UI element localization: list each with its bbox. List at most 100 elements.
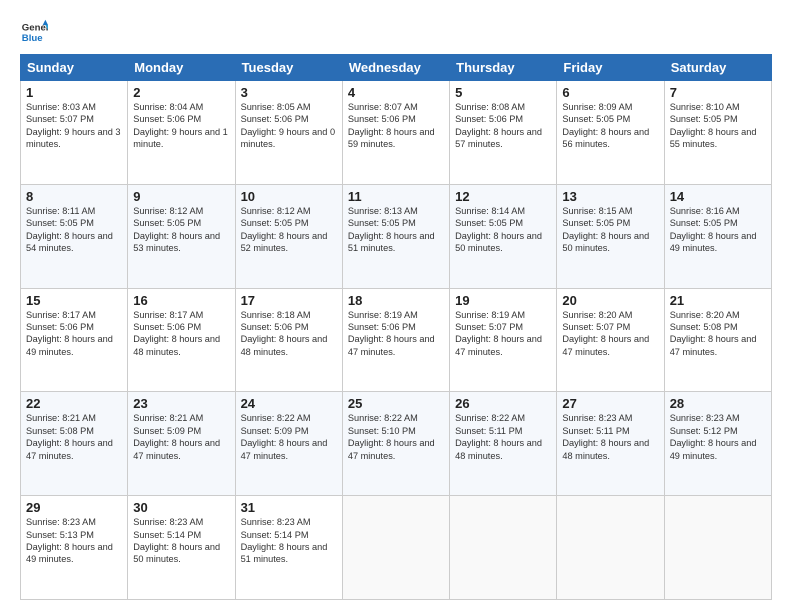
day-content: Sunrise: 8:23 AMSunset: 5:14 PMDaylight:… <box>133 516 229 566</box>
calendar-cell: 16Sunrise: 8:17 AMSunset: 5:06 PMDayligh… <box>128 288 235 392</box>
calendar-cell: 5Sunrise: 8:08 AMSunset: 5:06 PMDaylight… <box>450 81 557 185</box>
day-number: 3 <box>241 85 337 100</box>
week-row-2: 8Sunrise: 8:11 AMSunset: 5:05 PMDaylight… <box>21 184 772 288</box>
calendar-cell: 1Sunrise: 8:03 AMSunset: 5:07 PMDaylight… <box>21 81 128 185</box>
calendar-cell: 18Sunrise: 8:19 AMSunset: 5:06 PMDayligh… <box>342 288 449 392</box>
day-content: Sunrise: 8:23 AMSunset: 5:13 PMDaylight:… <box>26 516 122 566</box>
day-content: Sunrise: 8:12 AMSunset: 5:05 PMDaylight:… <box>133 205 229 255</box>
day-content: Sunrise: 8:13 AMSunset: 5:05 PMDaylight:… <box>348 205 444 255</box>
day-number: 1 <box>26 85 122 100</box>
calendar-cell <box>342 496 449 600</box>
day-number: 28 <box>670 396 766 411</box>
col-header-thursday: Thursday <box>450 55 557 81</box>
day-content: Sunrise: 8:17 AMSunset: 5:06 PMDaylight:… <box>26 309 122 359</box>
col-header-saturday: Saturday <box>664 55 771 81</box>
day-number: 18 <box>348 293 444 308</box>
calendar-cell <box>450 496 557 600</box>
calendar-cell: 21Sunrise: 8:20 AMSunset: 5:08 PMDayligh… <box>664 288 771 392</box>
calendar-cell: 28Sunrise: 8:23 AMSunset: 5:12 PMDayligh… <box>664 392 771 496</box>
calendar-cell: 8Sunrise: 8:11 AMSunset: 5:05 PMDaylight… <box>21 184 128 288</box>
calendar-cell <box>557 496 664 600</box>
day-content: Sunrise: 8:03 AMSunset: 5:07 PMDaylight:… <box>26 101 122 151</box>
svg-text:Blue: Blue <box>22 33 43 44</box>
day-number: 10 <box>241 189 337 204</box>
calendar-cell <box>664 496 771 600</box>
calendar-cell: 15Sunrise: 8:17 AMSunset: 5:06 PMDayligh… <box>21 288 128 392</box>
day-content: Sunrise: 8:10 AMSunset: 5:05 PMDaylight:… <box>670 101 766 151</box>
day-content: Sunrise: 8:20 AMSunset: 5:08 PMDaylight:… <box>670 309 766 359</box>
day-content: Sunrise: 8:14 AMSunset: 5:05 PMDaylight:… <box>455 205 551 255</box>
logo-icon: General Blue <box>20 18 48 46</box>
day-number: 6 <box>562 85 658 100</box>
col-header-monday: Monday <box>128 55 235 81</box>
day-content: Sunrise: 8:20 AMSunset: 5:07 PMDaylight:… <box>562 309 658 359</box>
day-content: Sunrise: 8:15 AMSunset: 5:05 PMDaylight:… <box>562 205 658 255</box>
day-number: 14 <box>670 189 766 204</box>
day-content: Sunrise: 8:23 AMSunset: 5:14 PMDaylight:… <box>241 516 337 566</box>
day-number: 11 <box>348 189 444 204</box>
day-content: Sunrise: 8:21 AMSunset: 5:09 PMDaylight:… <box>133 412 229 462</box>
day-number: 15 <box>26 293 122 308</box>
day-number: 30 <box>133 500 229 515</box>
day-number: 8 <box>26 189 122 204</box>
week-row-1: 1Sunrise: 8:03 AMSunset: 5:07 PMDaylight… <box>21 81 772 185</box>
day-content: Sunrise: 8:18 AMSunset: 5:06 PMDaylight:… <box>241 309 337 359</box>
day-number: 24 <box>241 396 337 411</box>
col-header-friday: Friday <box>557 55 664 81</box>
day-number: 22 <box>26 396 122 411</box>
day-content: Sunrise: 8:23 AMSunset: 5:11 PMDaylight:… <box>562 412 658 462</box>
day-content: Sunrise: 8:21 AMSunset: 5:08 PMDaylight:… <box>26 412 122 462</box>
calendar-cell: 27Sunrise: 8:23 AMSunset: 5:11 PMDayligh… <box>557 392 664 496</box>
col-header-wednesday: Wednesday <box>342 55 449 81</box>
calendar-cell: 17Sunrise: 8:18 AMSunset: 5:06 PMDayligh… <box>235 288 342 392</box>
day-content: Sunrise: 8:23 AMSunset: 5:12 PMDaylight:… <box>670 412 766 462</box>
week-row-5: 29Sunrise: 8:23 AMSunset: 5:13 PMDayligh… <box>21 496 772 600</box>
calendar-cell: 19Sunrise: 8:19 AMSunset: 5:07 PMDayligh… <box>450 288 557 392</box>
day-number: 9 <box>133 189 229 204</box>
calendar-cell: 9Sunrise: 8:12 AMSunset: 5:05 PMDaylight… <box>128 184 235 288</box>
calendar-cell: 4Sunrise: 8:07 AMSunset: 5:06 PMDaylight… <box>342 81 449 185</box>
calendar-cell: 10Sunrise: 8:12 AMSunset: 5:05 PMDayligh… <box>235 184 342 288</box>
day-content: Sunrise: 8:19 AMSunset: 5:06 PMDaylight:… <box>348 309 444 359</box>
calendar-cell: 31Sunrise: 8:23 AMSunset: 5:14 PMDayligh… <box>235 496 342 600</box>
day-content: Sunrise: 8:22 AMSunset: 5:09 PMDaylight:… <box>241 412 337 462</box>
calendar-page: General Blue SundayMondayTuesdayWednesda… <box>0 0 792 612</box>
day-content: Sunrise: 8:12 AMSunset: 5:05 PMDaylight:… <box>241 205 337 255</box>
calendar-cell: 26Sunrise: 8:22 AMSunset: 5:11 PMDayligh… <box>450 392 557 496</box>
day-content: Sunrise: 8:19 AMSunset: 5:07 PMDaylight:… <box>455 309 551 359</box>
calendar-cell: 30Sunrise: 8:23 AMSunset: 5:14 PMDayligh… <box>128 496 235 600</box>
calendar-cell: 25Sunrise: 8:22 AMSunset: 5:10 PMDayligh… <box>342 392 449 496</box>
day-number: 4 <box>348 85 444 100</box>
day-number: 12 <box>455 189 551 204</box>
calendar-cell: 24Sunrise: 8:22 AMSunset: 5:09 PMDayligh… <box>235 392 342 496</box>
day-number: 7 <box>670 85 766 100</box>
day-number: 21 <box>670 293 766 308</box>
day-content: Sunrise: 8:05 AMSunset: 5:06 PMDaylight:… <box>241 101 337 151</box>
calendar-table: SundayMondayTuesdayWednesdayThursdayFrid… <box>20 54 772 600</box>
calendar-cell: 2Sunrise: 8:04 AMSunset: 5:06 PMDaylight… <box>128 81 235 185</box>
calendar-cell: 3Sunrise: 8:05 AMSunset: 5:06 PMDaylight… <box>235 81 342 185</box>
day-number: 26 <box>455 396 551 411</box>
logo: General Blue <box>20 18 48 46</box>
calendar-cell: 29Sunrise: 8:23 AMSunset: 5:13 PMDayligh… <box>21 496 128 600</box>
day-number: 20 <box>562 293 658 308</box>
day-number: 19 <box>455 293 551 308</box>
day-number: 16 <box>133 293 229 308</box>
calendar-cell: 13Sunrise: 8:15 AMSunset: 5:05 PMDayligh… <box>557 184 664 288</box>
day-number: 27 <box>562 396 658 411</box>
day-number: 31 <box>241 500 337 515</box>
calendar-cell: 20Sunrise: 8:20 AMSunset: 5:07 PMDayligh… <box>557 288 664 392</box>
day-content: Sunrise: 8:16 AMSunset: 5:05 PMDaylight:… <box>670 205 766 255</box>
calendar-cell: 7Sunrise: 8:10 AMSunset: 5:05 PMDaylight… <box>664 81 771 185</box>
col-header-sunday: Sunday <box>21 55 128 81</box>
day-content: Sunrise: 8:22 AMSunset: 5:10 PMDaylight:… <box>348 412 444 462</box>
day-content: Sunrise: 8:04 AMSunset: 5:06 PMDaylight:… <box>133 101 229 151</box>
calendar-cell: 14Sunrise: 8:16 AMSunset: 5:05 PMDayligh… <box>664 184 771 288</box>
day-content: Sunrise: 8:08 AMSunset: 5:06 PMDaylight:… <box>455 101 551 151</box>
day-number: 5 <box>455 85 551 100</box>
day-number: 13 <box>562 189 658 204</box>
header-row: SundayMondayTuesdayWednesdayThursdayFrid… <box>21 55 772 81</box>
week-row-4: 22Sunrise: 8:21 AMSunset: 5:08 PMDayligh… <box>21 392 772 496</box>
calendar-cell: 12Sunrise: 8:14 AMSunset: 5:05 PMDayligh… <box>450 184 557 288</box>
day-content: Sunrise: 8:17 AMSunset: 5:06 PMDaylight:… <box>133 309 229 359</box>
